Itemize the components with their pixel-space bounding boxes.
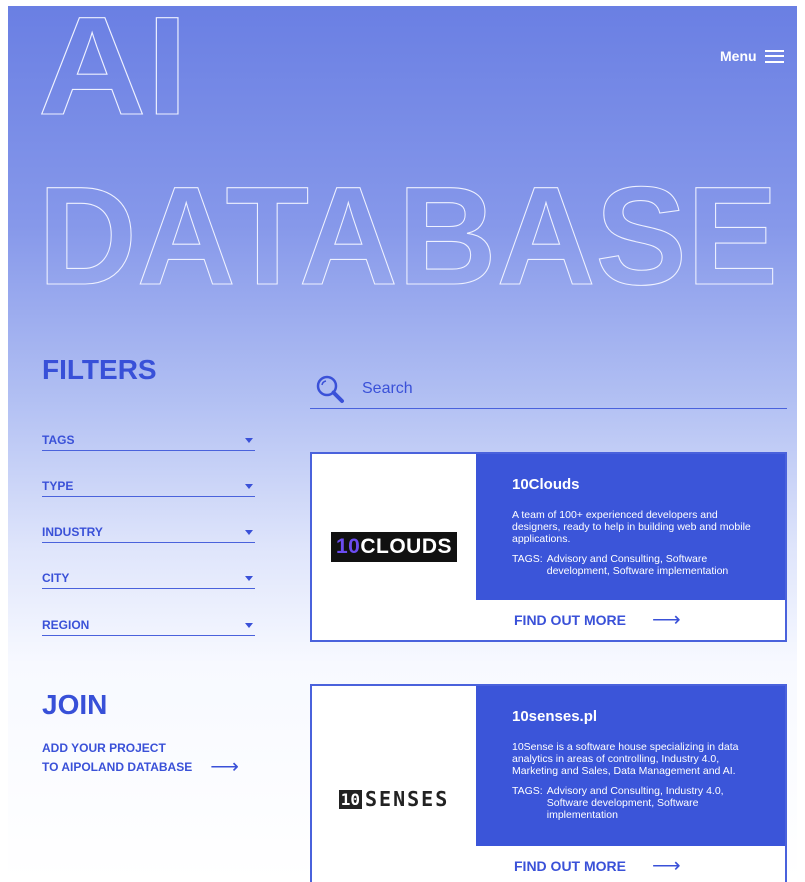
company-logo[interactable]: 10 SENSES [312, 686, 476, 882]
arrow-right-icon: ⟶ [210, 756, 239, 778]
menu-button[interactable]: Menu [720, 48, 784, 64]
tags-label: TAGS: [512, 785, 543, 797]
card-description: A team of 100+ experienced developers an… [512, 509, 751, 545]
arrow-right-icon: ⟶ [652, 609, 681, 631]
filter-type[interactable]: TYPE [42, 476, 255, 497]
company-card: 10 CLOUDS 10Clouds A team of 100+ experie… [310, 452, 787, 642]
logo-prefix: 10 [335, 535, 361, 558]
join-title: JOIN [42, 689, 108, 720]
tags-value: Advisory and Consulting, Software develo… [546, 553, 729, 577]
find-out-more-label: FIND OUT MORE [514, 612, 626, 628]
card-title: 10Clouds [512, 476, 580, 493]
caret-down-icon [245, 483, 253, 489]
filter-city[interactable]: CITY [42, 568, 255, 589]
menu-label: Menu [720, 48, 757, 64]
hero-title-line2: DATABASE [38, 157, 778, 306]
filter-tags[interactable]: TAGS [42, 430, 255, 451]
filter-industry[interactable]: INDUSTRY [42, 522, 255, 543]
card-title: 10senses.pl [512, 708, 598, 725]
search-input[interactable] [360, 379, 764, 399]
filter-region[interactable]: REGION [42, 615, 255, 636]
find-out-more-button[interactable]: FIND OUT MORE ⟶ [476, 600, 785, 640]
card-tags: TAGS: Advisory and Consulting, Software … [512, 553, 759, 577]
filters-title: FILTERS [42, 354, 157, 385]
card-info: 10senses.pl 10Sense is a software house … [476, 686, 785, 846]
filter-label: TYPE [42, 479, 74, 493]
caret-down-icon [245, 575, 253, 581]
add-project-line1: ADD YOUR PROJECT [42, 741, 166, 755]
logo-text: CLOUDS [360, 535, 453, 558]
hero-title: AI DATABASE [37, 6, 778, 306]
hamburger-icon [764, 49, 784, 63]
filter-label: REGION [42, 618, 90, 632]
tags-label: TAGS: [512, 553, 543, 565]
hero-title-line1: AI [38, 6, 188, 144]
caret-down-icon [245, 529, 253, 535]
find-out-more-button[interactable]: FIND OUT MORE ⟶ [476, 846, 785, 882]
card-tags: TAGS: Advisory and Consulting, Industry … [512, 785, 759, 821]
card-description: 10Sense is a software house specializing… [512, 741, 739, 777]
card-info: 10Clouds A team of 100+ experienced deve… [476, 454, 785, 600]
search-icon[interactable] [314, 373, 346, 405]
page-frame: AI DATABASE Menu FILTERS TAGS TYPE INDUS… [8, 6, 797, 882]
arrow-right-icon: ⟶ [652, 855, 681, 877]
10clouds-logo: 10 CLOUDS [330, 532, 458, 562]
add-project-label: ADD YOUR PROJECT TO AIPOLAND DATABASE [42, 739, 192, 777]
10senses-logo: 10 SENSES [338, 787, 450, 811]
find-out-more-label: FIND OUT MORE [514, 858, 626, 874]
caret-down-icon [245, 622, 253, 628]
company-logo[interactable]: 10 CLOUDS [312, 454, 476, 640]
search-bar [310, 370, 787, 409]
company-card: 10 SENSES 10senses.pl 10Sense is a softwa… [310, 684, 787, 882]
filter-label: TAGS [42, 433, 75, 447]
caret-down-icon [245, 437, 253, 443]
logo-text: SENSES [365, 787, 450, 811]
tags-value: Advisory and Consulting, Industry 4.0, S… [546, 785, 724, 821]
add-project-link[interactable]: ADD YOUR PROJECT TO AIPOLAND DATABASE ⟶ [42, 739, 239, 777]
filter-label: CITY [42, 571, 70, 585]
add-project-line2: TO AIPOLAND DATABASE [42, 760, 193, 774]
logo-prefix: 10 [338, 789, 362, 809]
filter-label: INDUSTRY [42, 525, 103, 539]
